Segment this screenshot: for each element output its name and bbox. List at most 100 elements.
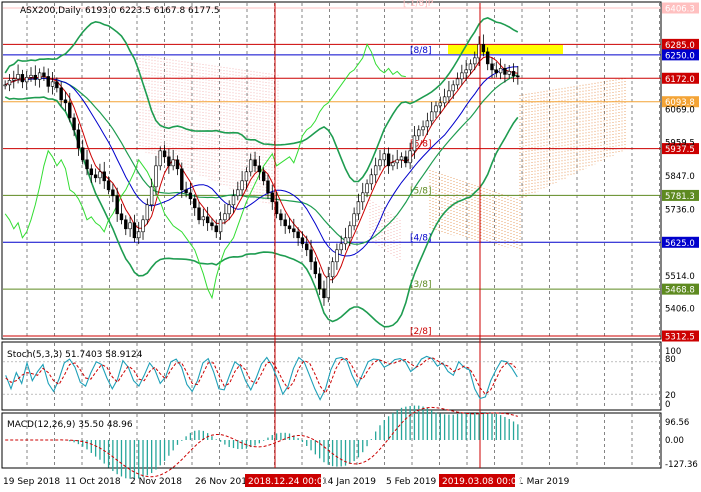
candle-body — [408, 150, 412, 164]
candle-body — [115, 195, 119, 215]
candle-body — [356, 201, 361, 215]
price-tag-text: 5312.5 — [665, 333, 695, 343]
candle-body — [313, 261, 318, 275]
chart-svg: 6406.3[-1/8]P6285.06250.0[8/8]6172.06093… — [1, 0, 699, 487]
price-tick: 6069.0 — [665, 106, 695, 116]
price-tag-text: 5468.8 — [665, 286, 695, 296]
candle-body — [137, 231, 141, 239]
candle-body — [7, 80, 12, 86]
candle-body — [158, 150, 162, 167]
candle-body — [395, 159, 399, 164]
candle-body — [326, 276, 330, 299]
candle-body — [429, 111, 434, 122]
candle-body — [498, 68, 503, 74]
candle-body — [128, 222, 132, 230]
candle-body — [270, 192, 274, 203]
candle-body — [59, 87, 63, 101]
macd-tick: 0.00 — [665, 436, 684, 446]
candle-body — [12, 78, 16, 81]
candle-body — [503, 68, 507, 75]
price-tag-text: 6172.0 — [665, 75, 695, 85]
candle-body — [481, 44, 486, 53]
candle-body — [175, 159, 180, 170]
candle-body — [98, 171, 102, 179]
candle-body — [296, 231, 300, 239]
macd-tick: 96.56 — [665, 418, 689, 428]
candle-body — [425, 120, 430, 128]
candle-body — [37, 72, 42, 80]
stoch-tick: 80 — [665, 355, 676, 365]
candle-body — [339, 243, 343, 251]
symbol-label: ASX200,Daily — [20, 6, 82, 16]
candle-body — [455, 78, 460, 86]
candle-body — [42, 72, 46, 77]
candle-body — [369, 174, 374, 185]
candle-body — [322, 288, 326, 299]
x-tick: 1 Mar 2019 — [518, 477, 570, 487]
price-tick: 5959.5 — [665, 138, 695, 148]
candle-body — [365, 183, 369, 194]
stoch-tick: 0 — [665, 400, 670, 410]
x-tick: 26 Nov 2018 — [195, 477, 253, 487]
price-tag-text: 6406.3 — [665, 5, 695, 15]
price-tick: 5514.0 — [665, 272, 695, 282]
candle-body — [494, 69, 499, 74]
candle-body — [464, 69, 468, 74]
candle-body — [305, 243, 309, 251]
candle-body — [214, 225, 218, 233]
candle-body — [132, 222, 137, 239]
candle-body — [76, 129, 81, 149]
candle-body — [227, 204, 231, 215]
murrey-label: [8/8] — [410, 46, 432, 56]
candle-body — [68, 102, 72, 119]
candle-body — [50, 81, 55, 87]
candle-body — [89, 168, 94, 176]
candle-body — [55, 81, 59, 89]
candle-body — [317, 273, 322, 290]
candle-body — [309, 249, 313, 263]
candle-body — [145, 204, 150, 221]
candle-body — [20, 74, 25, 83]
candle-body — [33, 74, 38, 80]
candle-body — [93, 174, 98, 179]
macd-tick: -127.36 — [665, 460, 698, 470]
candle-body — [63, 99, 68, 104]
candle-body — [141, 219, 145, 233]
candle-body — [249, 159, 253, 173]
macd-label: MACD(12,26,9) 35.50 48.96 — [7, 420, 133, 430]
candle-body — [223, 213, 227, 221]
candle-body — [124, 219, 128, 230]
candle-body — [184, 189, 188, 194]
x-tick: 11 Oct 2018 — [65, 477, 121, 487]
candle-body — [106, 180, 111, 191]
murrey-label: [-1/8]P — [403, 0, 434, 9]
candle-body — [468, 63, 473, 71]
candle-body — [279, 213, 283, 221]
candle-body — [231, 195, 236, 206]
candle-body — [149, 186, 154, 206]
candle-body — [386, 153, 391, 167]
candle-body — [261, 171, 266, 182]
candle-body — [404, 156, 408, 164]
candle-body — [46, 76, 50, 87]
x-tick: 5 Feb 2019 — [386, 477, 437, 487]
murrey-label: [2/8] — [410, 327, 432, 337]
candle-body — [193, 198, 197, 209]
candle-body — [361, 192, 365, 203]
candle-body — [3, 84, 7, 87]
candle-body — [201, 216, 206, 221]
x-tick: 2 Nov 2018 — [130, 477, 182, 487]
candle-body — [438, 102, 442, 107]
candle-body — [490, 63, 494, 71]
candle-body — [343, 237, 348, 245]
candle-body — [205, 216, 210, 224]
candle-body — [292, 228, 296, 233]
candle-body — [378, 159, 382, 167]
candle-body — [171, 159, 175, 167]
x-marker-text: 2019.03.08 00:00 — [442, 477, 523, 487]
candle-body — [283, 219, 287, 227]
candle-body — [197, 207, 201, 221]
candle-body — [240, 180, 244, 191]
candle-body — [111, 189, 115, 197]
murrey-label: [3/8] — [410, 280, 432, 290]
